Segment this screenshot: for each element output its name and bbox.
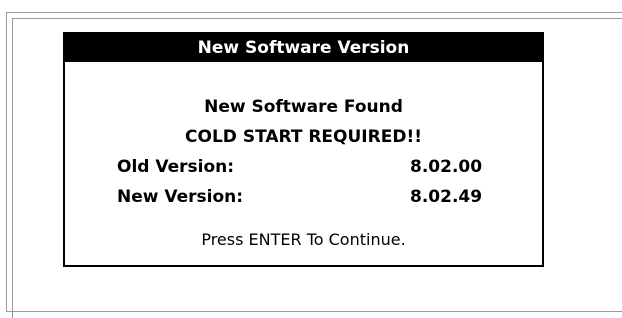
old-version-label: Old Version: [117, 157, 235, 177]
old-version-value: 8.02.00 [410, 157, 483, 177]
press-enter-prompt[interactable]: Press ENTER To Continue. [65, 230, 542, 249]
new-version-label: New Version: [117, 187, 244, 207]
new-software-dialog: New Software Version New Software Found … [63, 32, 544, 267]
dialog-body: New Software Found COLD START REQUIRED!!… [65, 62, 542, 265]
cold-start-warning-text: COLD START REQUIRED!! [185, 127, 422, 147]
dialog-title: New Software Version [65, 34, 542, 62]
new-software-found-text: New Software Found [204, 97, 403, 117]
new-version-value: 8.02.49 [410, 187, 483, 207]
